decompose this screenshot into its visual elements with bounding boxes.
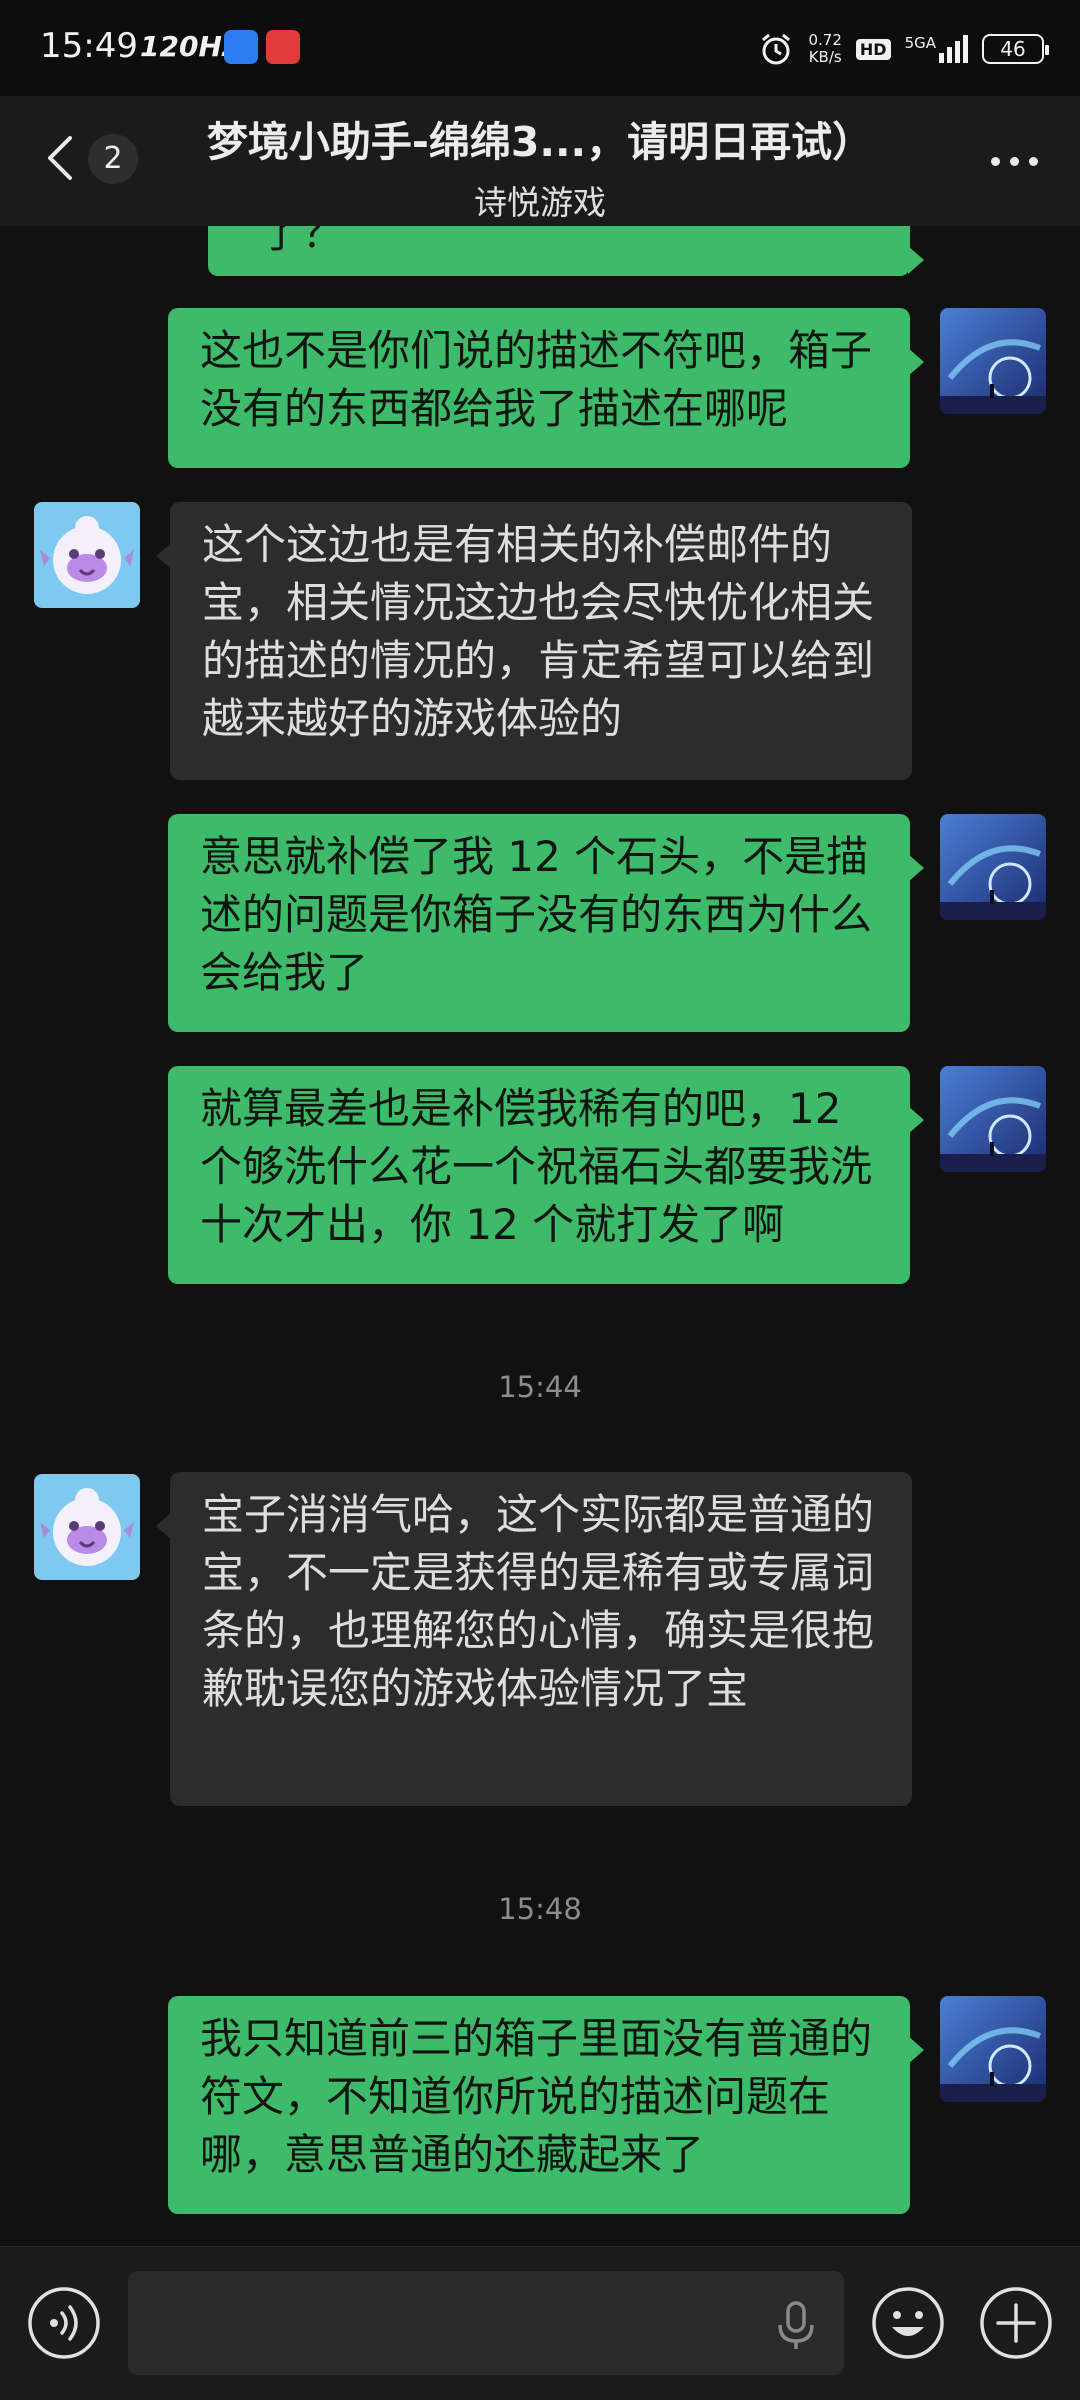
more-dot-icon: [1028, 156, 1038, 166]
more-dot-icon: [990, 156, 1000, 166]
voice-toggle-icon[interactable]: [26, 2285, 102, 2361]
unread-count-badge[interactable]: 2: [88, 134, 138, 184]
app-notification-icon: [266, 30, 300, 64]
message-bubble-received[interactable]: 宝子消消气哈，这个实际都是普通的宝，不一定是获得的是稀有或专属词条的，也理解您的…: [156, 1472, 912, 1806]
signal-icon: 5GA: [905, 35, 968, 63]
my-avatar[interactable]: [940, 1066, 1046, 1172]
cute-creature-avatar-icon: [34, 1474, 140, 1580]
my-avatar[interactable]: [940, 814, 1046, 920]
add-attachment-icon[interactable]: [978, 2285, 1054, 2361]
status-time: 15:49: [40, 26, 138, 66]
my-avatar[interactable]: [940, 308, 1046, 414]
cute-creature-avatar-icon: [34, 502, 140, 608]
message-timestamp: 15:48: [498, 1892, 582, 1926]
message-bubble-received[interactable]: 这个这边也是有相关的补偿邮件的宝，相关情况这边也会尽快优化相关的描述的情况的，肯…: [156, 502, 912, 780]
back-arrow-icon[interactable]: [36, 132, 88, 184]
message-bubble-sent[interactable]: 我只知道前三的箱子里面没有普通的符文，不知道你所说的描述问题在哪，意思普通的还藏…: [168, 1996, 924, 2214]
chat-subtitle: 诗悦游戏: [474, 183, 606, 222]
emoji-icon[interactable]: [870, 2285, 946, 2361]
message-input[interactable]: [128, 2271, 844, 2375]
chat-title: 梦境小助手-绵绵3...，请明日再试）: [206, 118, 874, 166]
more-dot-icon: [1009, 156, 1019, 166]
message-timestamp: 15:44: [498, 1370, 582, 1404]
hd-icon: HD: [855, 38, 891, 60]
my-avatar[interactable]: [940, 1996, 1046, 2102]
status-bar: 15:49 120Hz 0.72 KB/s HD 5GA 46: [0, 0, 1080, 96]
network-speed: 0.72 KB/s: [808, 31, 842, 66]
status-right: 0.72 KB/s HD 5GA 46: [758, 24, 1049, 74]
input-bar: [0, 2246, 1080, 2400]
app-notification-icon: [224, 30, 258, 64]
night-sky-avatar-icon: [940, 1066, 1046, 1172]
assistant-avatar[interactable]: [34, 502, 140, 608]
message-bubble-sent[interactable]: 了？: [208, 226, 924, 276]
night-sky-avatar-icon: [940, 1996, 1046, 2102]
message-bubble-sent[interactable]: 这也不是你们说的描述不符吧，箱子没有的东西都给我了描述在哪呢: [168, 308, 924, 468]
message-bubble-sent[interactable]: 意思就补偿了我 12 个石头，不是描述的问题是你箱子没有的东西为什么会给我了: [168, 814, 924, 1032]
night-sky-avatar-icon: [940, 308, 1046, 414]
battery-icon: 46: [982, 34, 1049, 64]
alarm-icon: [762, 33, 791, 65]
chat-message-list[interactable]: 了？ 这也不是你们说的描述不符吧，箱子没有的东西都给我了描述在哪呢 这个这边也是…: [0, 226, 1080, 2246]
message-bubble-sent[interactable]: 就算最差也是补偿我稀有的吧，12 个够洗什么花一个祝福石头都要我洗十次才出，你 …: [168, 1066, 924, 1284]
more-options-button[interactable]: [982, 136, 1046, 186]
microphone-icon[interactable]: [766, 2295, 826, 2355]
night-sky-avatar-icon: [940, 814, 1046, 920]
assistant-avatar[interactable]: [34, 1474, 140, 1580]
